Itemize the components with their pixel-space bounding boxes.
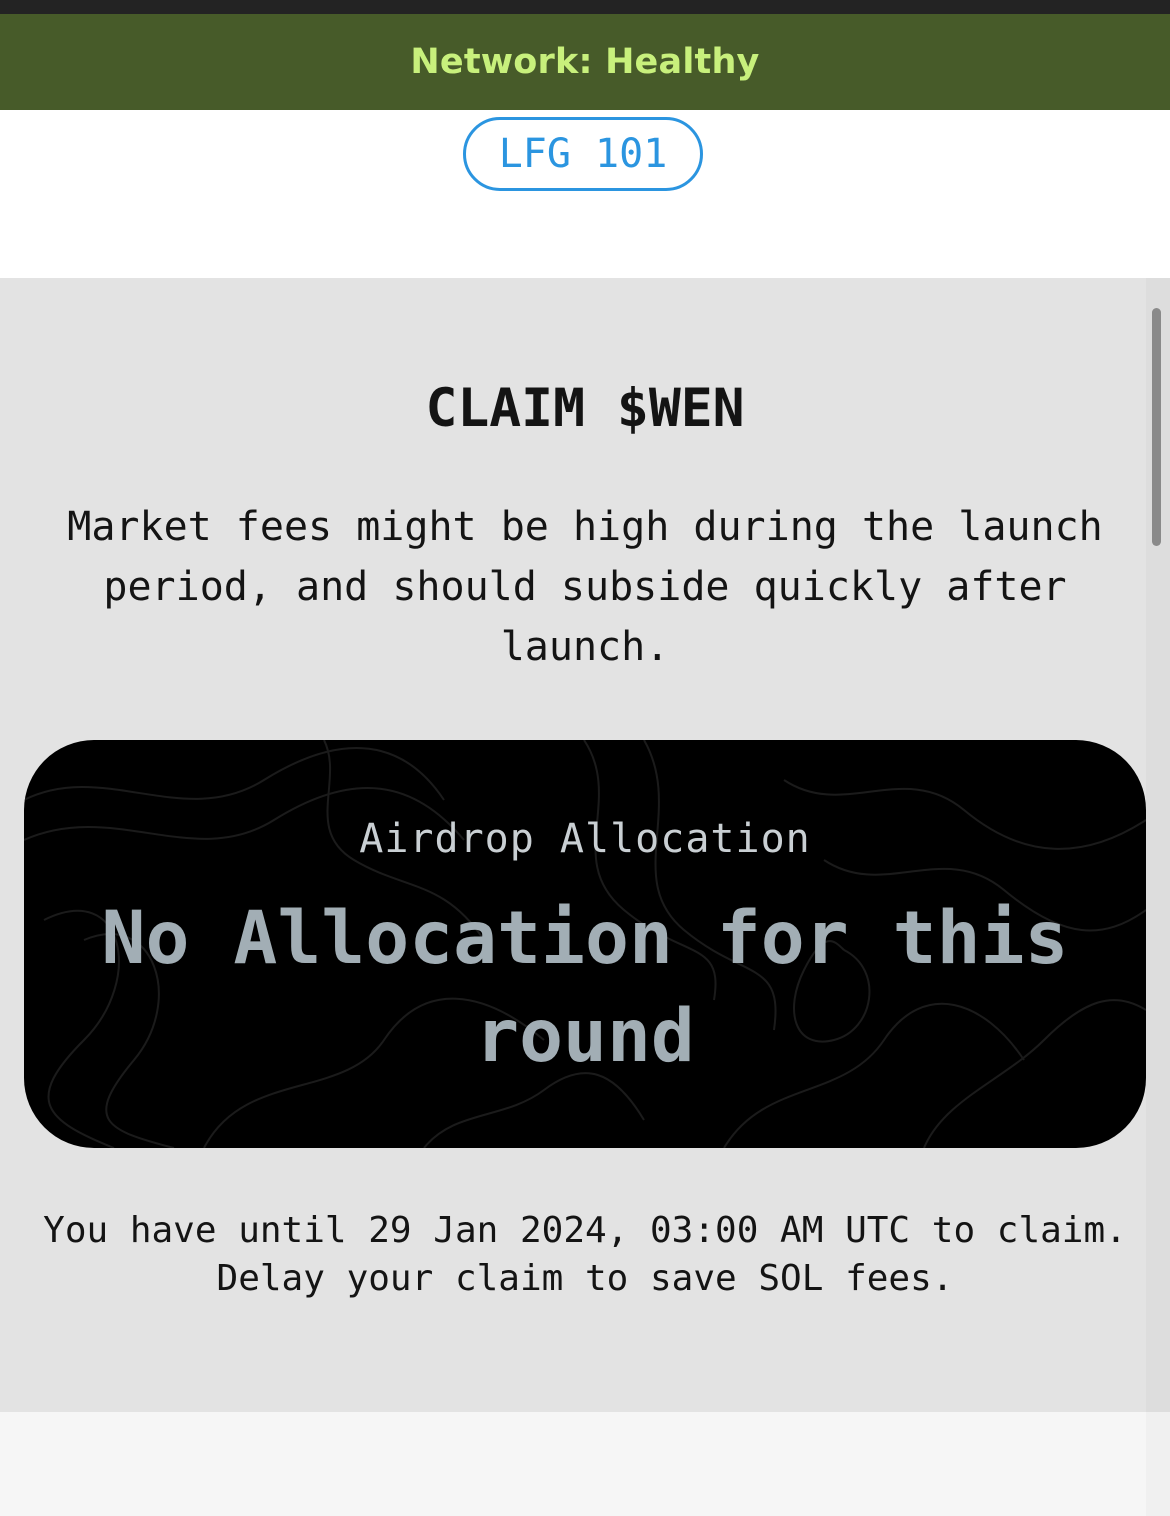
claim-deadline-note: You have until 29 Jan 2024, 03:00 AM UTC…	[0, 1207, 1170, 1303]
claim-deadline-line: You have until 29 Jan 2024, 03:00 AM UTC…	[43, 1210, 1127, 1251]
airdrop-allocation-card: Airdrop Allocation No Allocation for thi…	[24, 740, 1146, 1148]
page-title: CLAIM $WEN	[425, 378, 745, 439]
network-status-text: Network: Healthy	[410, 42, 760, 82]
network-status-banner: Network: Healthy	[0, 14, 1170, 110]
status-bar-strip	[0, 0, 1170, 14]
market-fees-note: Market fees might be high during the lau…	[67, 504, 1103, 670]
header-area: LFG 101	[0, 110, 1170, 278]
airdrop-allocation-value: No Allocation for this round	[101, 896, 1069, 1079]
delay-claim-line: Delay your claim to save SOL fees.	[216, 1258, 954, 1299]
airdrop-allocation-label: Airdrop Allocation	[359, 816, 811, 862]
lfg-101-button[interactable]: LFG 101	[463, 117, 703, 191]
